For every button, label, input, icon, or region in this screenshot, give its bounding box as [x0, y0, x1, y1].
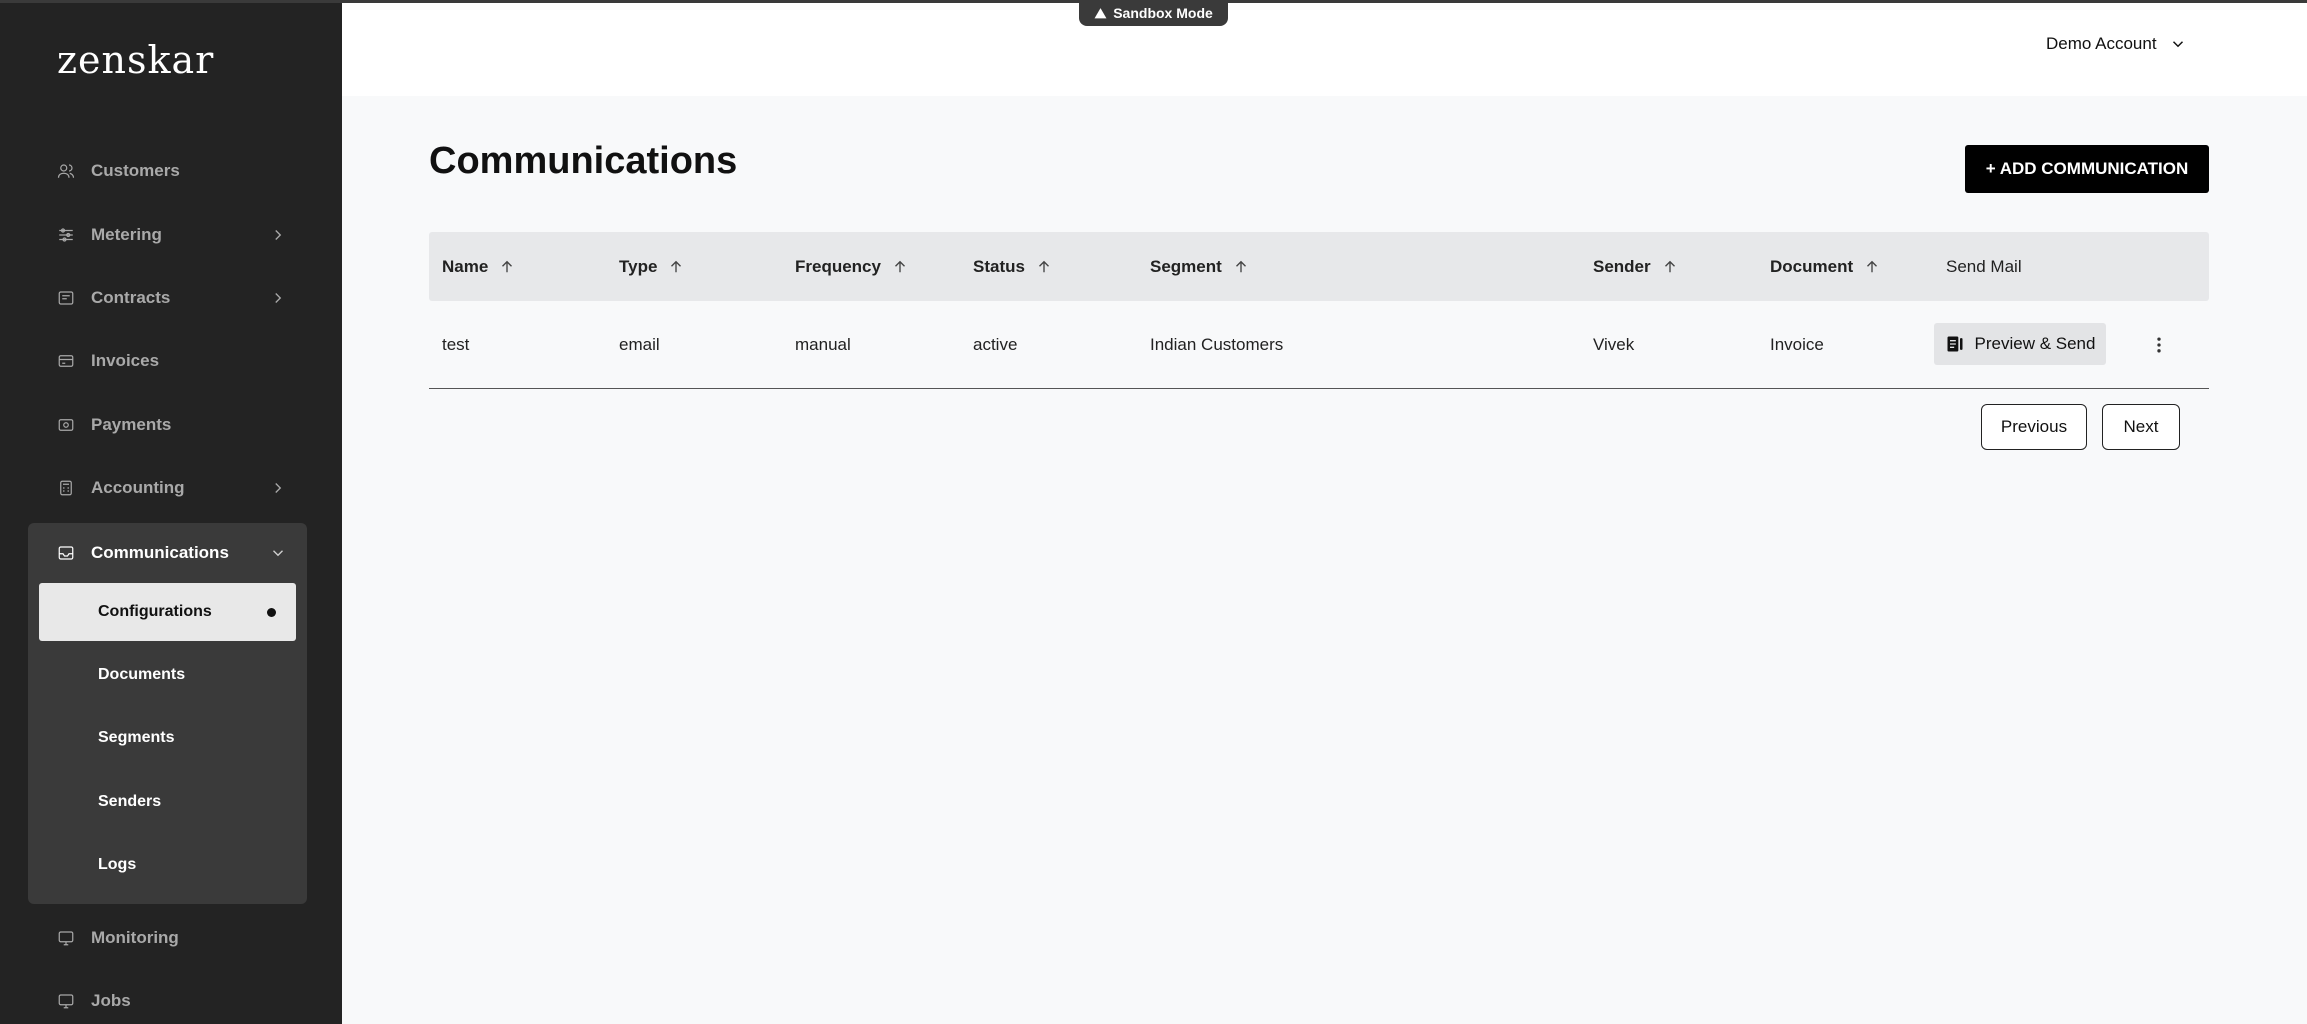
cell-frequency: manual: [795, 335, 851, 354]
sidebar-item-label: Metering: [91, 225, 162, 244]
sidebar-item-label: Communications: [91, 543, 229, 562]
column-label: Type: [619, 256, 658, 276]
sort-arrow-up-icon: [1038, 260, 1049, 272]
page-title: Communications: [429, 140, 738, 182]
sidebar-item-metering[interactable]: Metering: [57, 215, 297, 255]
account-name: Demo Account: [2046, 34, 2157, 53]
column-label: Segment: [1150, 256, 1222, 276]
column-label: Status: [973, 256, 1025, 276]
invoice-icon: [57, 352, 75, 370]
cell-name: test: [442, 335, 470, 354]
column-label: Name: [442, 256, 489, 276]
cell-sender: Vivek: [1593, 335, 1635, 354]
column-header-sender[interactable]: Sender: [1593, 232, 1679, 301]
jobs-icon: [57, 992, 75, 1010]
sidebar-item-label: Invoices: [91, 351, 160, 370]
warning-icon: [1094, 7, 1107, 18]
communications-group: Communications Configurations Documents …: [28, 523, 307, 904]
column-header-document[interactable]: Document: [1770, 232, 1881, 301]
preview-send-button[interactable]: Preview & Send: [1934, 323, 2106, 365]
sidebar-item-label: Monitoring: [91, 928, 179, 947]
next-page-button[interactable]: Next: [2102, 404, 2180, 450]
inbox-icon: [57, 544, 75, 562]
more-options-icon[interactable]: [2147, 333, 2171, 357]
sort-arrow-up-icon: [895, 260, 905, 272]
sort-arrow-up-icon: [502, 260, 513, 272]
sidebar-item-contracts[interactable]: Contracts: [57, 278, 297, 318]
add-communication-button[interactable]: + ADD COMMUNICATION: [1965, 145, 2209, 193]
sidebar-item-monitoring[interactable]: Monitoring: [57, 918, 297, 958]
sidebar-item-label: Contracts: [91, 288, 171, 307]
sidebar-subitem-label: Configurations: [98, 603, 212, 620]
sidebar-item-payments[interactable]: Payments: [57, 405, 297, 445]
sidebar-item-label: Accounting: [91, 478, 185, 497]
top-header: [342, 3, 2307, 96]
active-dot: [267, 608, 276, 617]
sidebar-subitem-segments[interactable]: Segments: [39, 709, 296, 767]
column-label: Send Mail: [1946, 256, 2022, 276]
column-header-type[interactable]: Type: [619, 232, 685, 301]
column-header-name[interactable]: Name: [442, 232, 516, 301]
sidebar-subitem-logs[interactable]: Logs: [39, 836, 296, 894]
column-header-status[interactable]: Status: [973, 232, 1053, 301]
column-label: Frequency: [795, 256, 881, 276]
sidebar-item-invoices[interactable]: Invoices: [57, 341, 297, 381]
cell-document: Invoice: [1770, 335, 1824, 354]
sidebar-subitem-label: Segments: [98, 729, 175, 746]
table-header: Name Type Frequency Status Segment Sende…: [429, 232, 2209, 301]
cell-segment: Indian Customers: [1150, 335, 1284, 354]
column-label: Sender: [1593, 256, 1651, 276]
contract-icon: [57, 289, 75, 307]
sidebar-item-label: Customers: [91, 161, 180, 180]
document-preview-icon: [1947, 336, 1963, 352]
chevron-right-icon: [269, 479, 287, 497]
logo: zenskar: [57, 38, 215, 82]
monitor-icon: [57, 929, 75, 947]
sort-arrow-up-icon: [1235, 260, 1246, 272]
sort-arrow-up-icon: [1664, 260, 1675, 272]
sidebar-subitem-label: Logs: [98, 856, 137, 873]
users-icon: [57, 162, 75, 180]
sliders-icon: [57, 226, 75, 244]
column-header-send-mail: Send Mail: [1946, 232, 2022, 301]
sidebar-item-label: Payments: [91, 415, 172, 434]
preview-send-label: Preview & Send: [1974, 334, 2096, 353]
chevron-down-icon: [2172, 41, 2183, 48]
chevron-right-icon: [269, 289, 287, 307]
sidebar-item-communications[interactable]: Communications: [57, 533, 297, 573]
sidebar-item-accounting[interactable]: Accounting: [57, 468, 297, 508]
previous-page-button[interactable]: Previous: [1981, 404, 2087, 450]
sidebar-item-customers[interactable]: Customers: [57, 151, 297, 191]
sidebar-subitem-configurations[interactable]: Configurations: [39, 583, 296, 641]
sidebar: zenskar Customers Metering Contracts Inv…: [0, 0, 342, 1024]
sidebar-subitem-label: Documents: [98, 666, 186, 683]
account-dropdown[interactable]: Demo Account: [2046, 34, 2187, 54]
sort-arrow-up-icon: [1867, 260, 1878, 272]
sort-arrow-up-icon: [671, 260, 682, 272]
column-label: Document: [1770, 256, 1854, 276]
sandbox-label: Sandbox Mode: [1113, 5, 1213, 21]
column-header-segment[interactable]: Segment: [1150, 232, 1250, 301]
sandbox-mode-badge: Sandbox Mode: [1079, 0, 1228, 26]
calculator-icon: [57, 479, 75, 497]
payment-icon: [57, 416, 75, 434]
sidebar-subitem-label: Senders: [98, 793, 162, 810]
chevron-down-icon: [269, 544, 287, 562]
cell-status: active: [973, 335, 1018, 354]
sidebar-subitem-documents[interactable]: Documents: [39, 646, 296, 704]
communications-table: Name Type Frequency Status Segment Sende…: [429, 232, 2209, 389]
sidebar-item-label: Jobs: [91, 991, 131, 1010]
column-header-frequency[interactable]: Frequency: [795, 232, 909, 301]
cell-type: email: [619, 335, 660, 354]
sidebar-subitem-senders[interactable]: Senders: [39, 773, 296, 831]
chevron-right-icon: [269, 226, 287, 244]
sidebar-item-jobs[interactable]: Jobs: [57, 981, 297, 1021]
